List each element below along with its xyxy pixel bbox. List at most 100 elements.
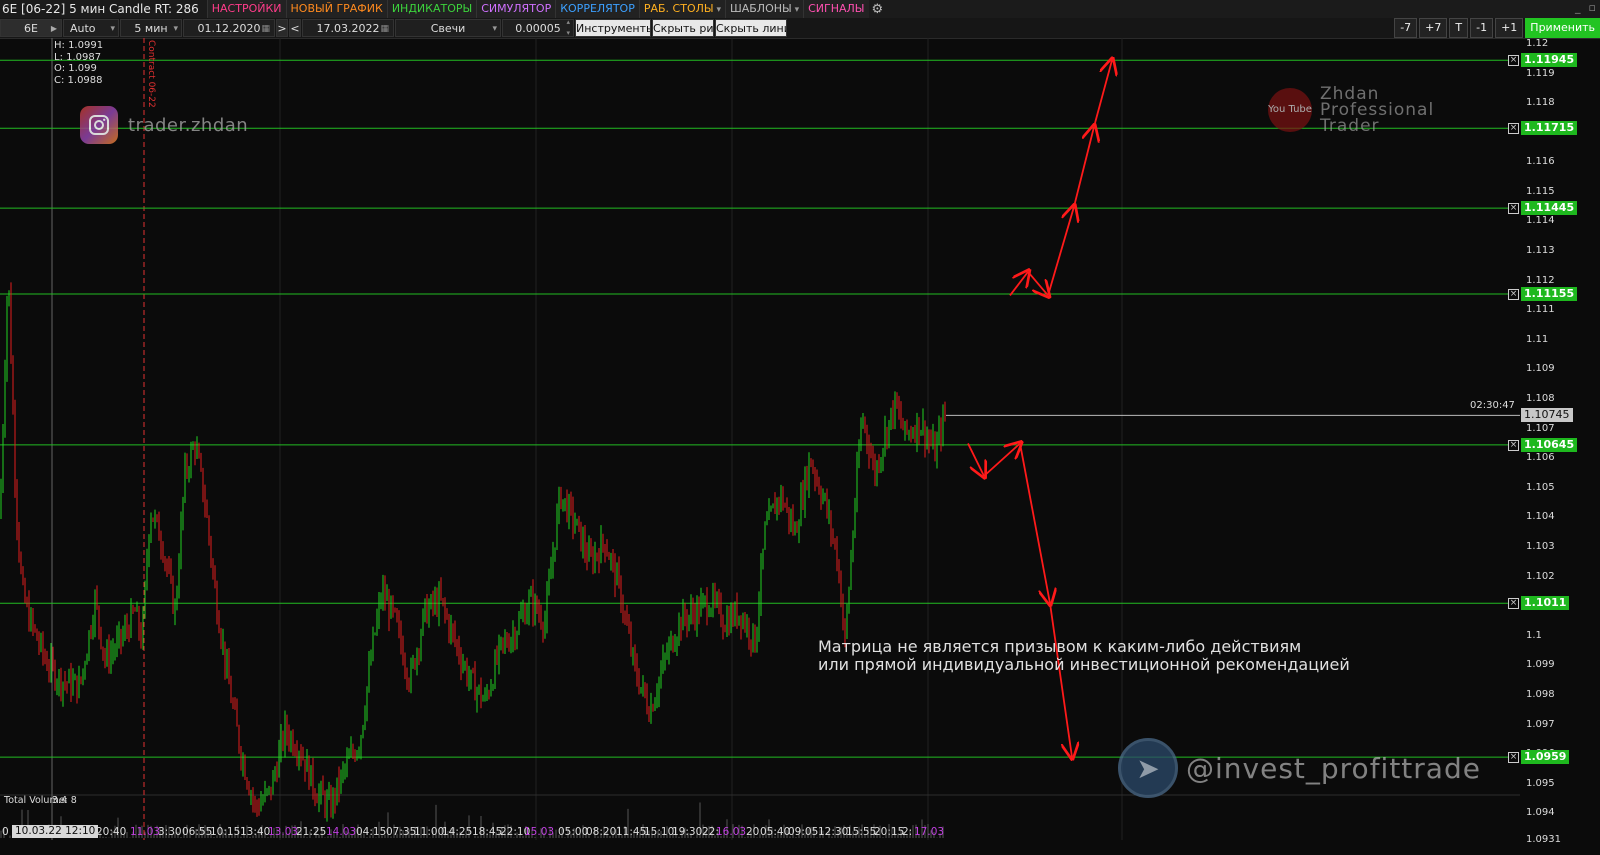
menu-item[interactable]: РАБ. СТОЛЫ [638, 0, 725, 18]
plus1-button[interactable]: +1 [1495, 18, 1524, 38]
main-menu: НАСТРОЙКИ НОВЫЙ ГРАФИК ИНДИКАТОРЫ СИМУЛЯТОР… [206, 0, 869, 18]
chart-type-select[interactable]: Свечи [395, 19, 501, 37]
chart-type-label: Свечи [430, 22, 466, 35]
remove-level-icon[interactable]: × [1508, 598, 1519, 610]
price-axis-label: 1.116 [1526, 156, 1555, 168]
tools-label: Инструменты [576, 22, 651, 35]
remove-level-icon[interactable]: × [1508, 123, 1519, 135]
menu-item[interactable]: КОРРЕЛЯТОР [555, 0, 639, 18]
hide-drawings-button[interactable]: Скрыть рис. [652, 19, 714, 37]
timeframe-label: 5 мин [134, 22, 168, 35]
menu-item[interactable]: СИГНАЛЫ [803, 0, 869, 18]
telegram-handle: @invest_profittrade [1186, 751, 1481, 785]
tick-size-value: 0.00005 [515, 22, 561, 35]
price-axis-label: 1.113 [1526, 245, 1555, 257]
time-axis-label: 11:00 [414, 826, 445, 838]
level-price-tag[interactable]: 1.11945 [1521, 53, 1578, 68]
price-axis-label: 1.12 [1526, 37, 1549, 49]
nav-next-button[interactable]: > [276, 19, 288, 37]
price-axis-label: 1.099 [1526, 659, 1555, 671]
menu-item[interactable]: НАСТРОЙКИ [206, 0, 286, 18]
price-axis-label: 1.11 [1526, 333, 1549, 345]
time-axis-label: 20:40 [96, 826, 127, 838]
ohlc-open: O: 1.099 [54, 63, 97, 74]
level-price-tag[interactable]: 1.11715 [1521, 121, 1578, 136]
date-to-value: 17.03.2022 [316, 22, 380, 35]
youtube-channel-name: Zhdan Professional Trader [1320, 86, 1434, 135]
tick-size-stepper[interactable]: 0.00005 ▴ ▾ [502, 19, 574, 37]
restore-icon[interactable]: ▫ [1589, 0, 1596, 16]
time-axis-label: 14:25 [442, 826, 473, 838]
minimize-icon[interactable]: _ [1575, 0, 1581, 16]
symbol-label: 6E [24, 22, 38, 35]
date-from-value: 01.12.2020 [197, 22, 261, 35]
time-axis-label: 17.03 [914, 826, 945, 838]
stepper-arrows-icon[interactable]: ▴ ▾ [566, 20, 570, 36]
instagram-handle: trader.zhdan [128, 114, 249, 136]
scenario-arrow [1009, 272, 1028, 297]
instagram-icon [80, 106, 118, 144]
time-axis-label: 11.03 [130, 826, 161, 838]
time-axis-label: 04:15 [356, 826, 387, 838]
youtube-watermark: You Tube Zhdan Professional Trader [1268, 86, 1434, 135]
date-from-input[interactable]: 01.12.2020 ▦ [183, 19, 275, 37]
scenario-arrow [1019, 443, 1050, 603]
date-to-input[interactable]: 17.03.2022 ▦ [302, 19, 394, 37]
remove-level-icon[interactable]: × [1508, 203, 1519, 215]
remove-level-icon[interactable]: × [1508, 55, 1519, 67]
scenario-arrow [1073, 127, 1094, 207]
remove-level-icon[interactable]: × [1508, 439, 1519, 451]
toolbar: 6E▶ Auto 5 мин 01.12.2020▦ > < 17.03.202… [0, 18, 1600, 39]
timeframe-select[interactable]: 5 мин [120, 19, 182, 37]
time-axis-label: 11:45 [616, 826, 647, 838]
level-price-tag[interactable]: 1.1011 [1521, 596, 1570, 611]
level-price-tag[interactable]: 1.11155 [1521, 286, 1578, 301]
scale-mode-label: Auto [70, 22, 96, 35]
time-axis-label: 15:55 [846, 826, 877, 838]
menu-item[interactable]: НОВЫЙ ГРАФИК [285, 0, 387, 18]
price-axis-label: 1.097 [1526, 718, 1555, 730]
ohlc-low: L: 1.0987 [54, 51, 102, 63]
gear-icon[interactable]: ⚙ [872, 2, 884, 17]
hide-lines-label: Скрыть линии [716, 22, 786, 35]
apply-button[interactable]: Применить [1525, 18, 1600, 38]
time-axis-label: 12:30 [818, 826, 849, 838]
time-axis-label: 15:10 [644, 826, 675, 838]
telegram-icon: ➤ [1118, 738, 1178, 798]
level-price-tag[interactable]: 1.11445 [1521, 201, 1578, 216]
youtube-icon-text: You Tube [1268, 104, 1312, 115]
menu-item[interactable]: ИНДИКАТОРЫ [386, 0, 477, 18]
hide-lines-button[interactable]: Скрыть линии [715, 19, 787, 37]
price-axis-label: 1.095 [1526, 777, 1555, 789]
volume-value: 3.4 [52, 795, 68, 806]
ohlc-high: H: 1.0991 [54, 40, 104, 51]
youtube-icon: You Tube [1268, 88, 1312, 132]
price-chart[interactable] [0, 38, 1600, 855]
minus1-button[interactable]: -1 [1470, 18, 1494, 38]
disclaimer-line-2: или прямой индивидуальной инвестиционной… [818, 655, 1350, 674]
price-axis-label: 1.0931 [1526, 834, 1561, 845]
time-axis-label: 20 [746, 826, 760, 838]
time-axis-label: 05:00 [558, 826, 589, 838]
symbol-selector[interactable]: 6E ▶ [0, 19, 62, 37]
level-price-tag[interactable]: 1.0959 [1521, 750, 1570, 765]
time-axis-label: 06:55 [182, 826, 213, 838]
hide-drawings-label: Скрыть рис. [653, 22, 714, 35]
plus7-button[interactable]: +7 [1419, 18, 1448, 38]
scale-mode-select[interactable]: Auto [63, 19, 119, 37]
remove-level-icon[interactable]: × [1508, 288, 1519, 300]
calendar-icon[interactable]: ▦ [380, 20, 389, 36]
calendar-icon[interactable]: ▦ [261, 20, 270, 36]
tools-button[interactable]: Инструменты [575, 19, 651, 37]
menu-item[interactable]: СИМУЛЯТОР [476, 0, 556, 18]
level-price-tag[interactable]: 1.10645 [1521, 437, 1578, 452]
time-axis-label: 16.03 [716, 826, 747, 838]
remove-level-icon[interactable]: × [1508, 752, 1519, 764]
minus7-button[interactable]: -7 [1394, 18, 1418, 38]
menu-item[interactable]: ШАБЛОНЫ [724, 0, 804, 18]
nav-prev-button[interactable]: < [289, 19, 301, 37]
scenario-arrow [1047, 207, 1074, 296]
time-axis-label: 08:20 [586, 826, 617, 838]
play-icon: ▶ [50, 24, 57, 33]
t-button[interactable]: T [1449, 18, 1469, 38]
